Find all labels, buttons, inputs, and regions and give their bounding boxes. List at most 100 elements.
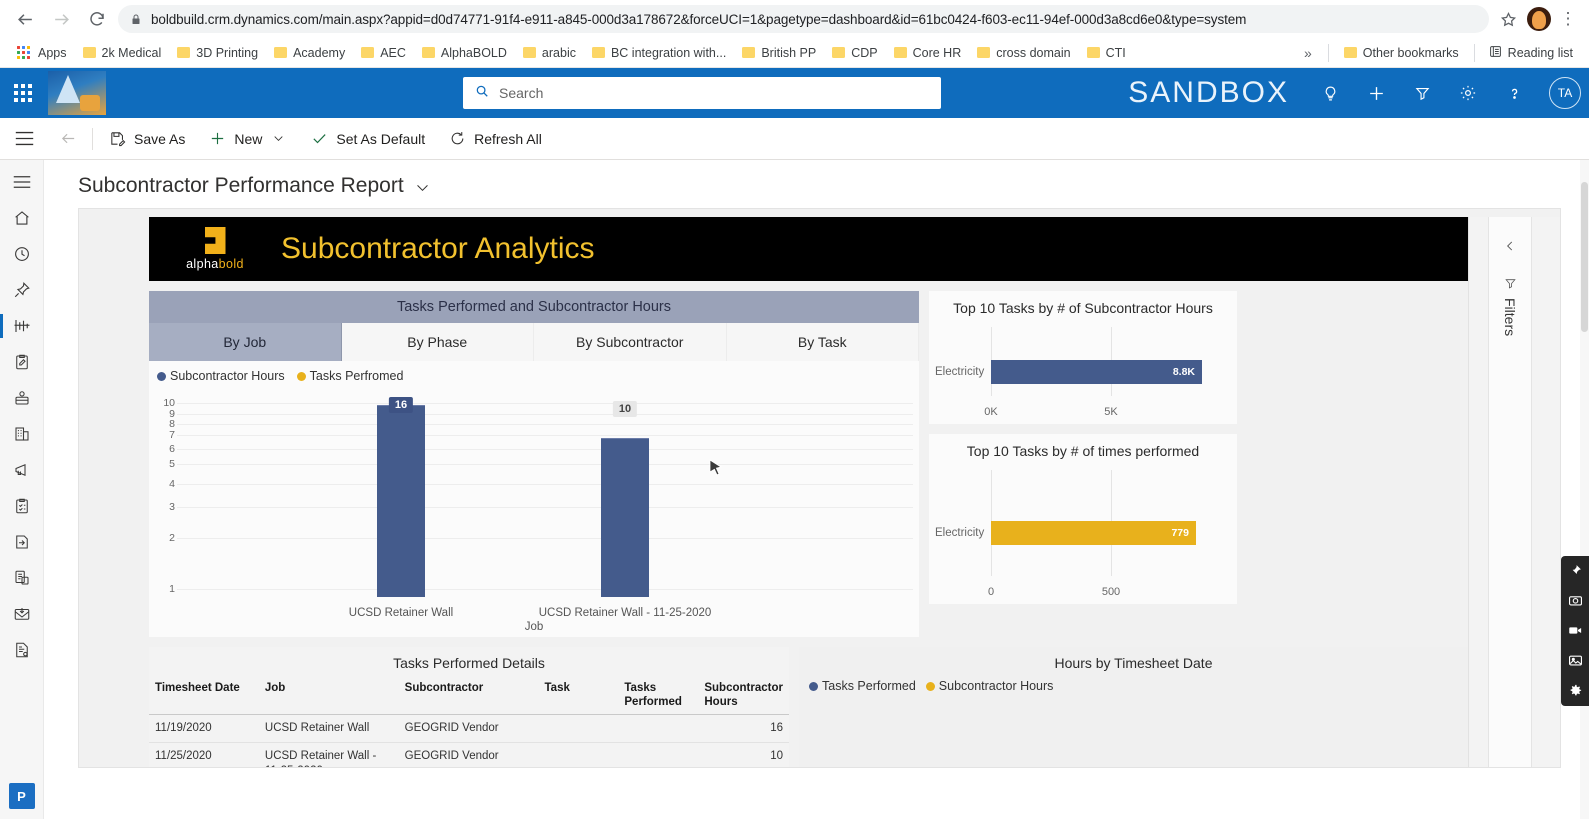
bookmark-item[interactable]: AlphaBOLD — [415, 43, 514, 63]
gear-icon[interactable] — [1565, 680, 1585, 700]
filters-pane[interactable]: Filters — [1488, 217, 1532, 767]
add-icon[interactable] — [1365, 82, 1387, 104]
reload-icon[interactable] — [82, 4, 112, 34]
bookmark-item[interactable]: British PP — [735, 43, 823, 63]
bookmark-item[interactable]: Core HR — [887, 43, 969, 63]
job-bar-chart[interactable]: Subcontractor Hours Tasks Perfromed — [149, 361, 919, 637]
legend-item[interactable]: Tasks Performed — [809, 679, 916, 693]
sidebar-item-companies[interactable] — [0, 416, 44, 452]
top-tasks-by-hours-chart[interactable]: Top 10 Tasks by # of Subcontractor Hours… — [929, 291, 1237, 424]
table-row[interactable]: 11/19/2020 UCSD Retainer Wall GEOGRID Ve… — [149, 714, 789, 742]
column-header-job[interactable]: Job — [259, 677, 399, 714]
search-input[interactable]: Search — [463, 77, 941, 109]
power-platform-badge[interactable]: P — [9, 783, 35, 809]
bookmarks-overflow-button[interactable]: » — [1296, 45, 1320, 61]
tab-by-phase[interactable]: By Phase — [342, 323, 535, 361]
site-map-icon[interactable] — [0, 118, 48, 160]
avatar[interactable]: TA — [1549, 77, 1581, 109]
scrollbar-thumb[interactable] — [1581, 182, 1588, 332]
kebab-menu-icon[interactable]: ⋮ — [1557, 9, 1579, 29]
folder-icon — [83, 47, 96, 58]
image-icon[interactable] — [1565, 650, 1585, 670]
save-as-icon — [109, 130, 126, 147]
bar-electricity[interactable]: 779 — [991, 521, 1196, 545]
legend-item[interactable]: Subcontractor Hours — [926, 679, 1054, 693]
user-initials: TA — [1558, 86, 1572, 100]
bookmark-item[interactable]: BC integration with... — [585, 43, 733, 63]
sidebar-item-recent[interactable] — [0, 236, 44, 272]
chevron-down-icon[interactable] — [270, 132, 287, 145]
screen-recorder-toolbar[interactable] — [1561, 556, 1589, 706]
tasks-performed-details-table[interactable]: Tasks Performed Details Timesheet Date J… — [149, 647, 789, 768]
bar-electricity[interactable]: 8.8K — [991, 360, 1202, 384]
forward-arrow-icon[interactable] — [46, 4, 76, 34]
sidebar-item-documents[interactable] — [0, 524, 44, 560]
sidebar-item-marketing[interactable] — [0, 452, 44, 488]
bookmark-item[interactable]: Academy — [267, 43, 352, 63]
sidebar-item-home[interactable] — [0, 200, 44, 236]
bookmark-item[interactable]: CTI — [1080, 43, 1133, 63]
bookmark-item[interactable]: cross domain — [970, 43, 1077, 63]
folder-icon — [894, 47, 907, 58]
column-header-tasks-performed[interactable]: Tasks Performed — [618, 677, 698, 714]
bookmark-star-icon[interactable] — [1495, 6, 1521, 32]
reading-list-button[interactable]: Reading list — [1483, 42, 1579, 64]
bookmark-item[interactable]: AEC — [354, 43, 413, 63]
cell-tasks-performed — [618, 742, 698, 768]
pin-icon[interactable] — [1565, 560, 1585, 580]
bookmark-apps[interactable]: Apps — [10, 43, 74, 63]
sidebar-item-projects[interactable] — [0, 488, 44, 524]
new-button[interactable]: New — [197, 118, 299, 160]
alphabold-mark-icon — [205, 227, 226, 254]
table-row[interactable]: 11/25/2020 UCSD Retainer Wall - 11-25-20… — [149, 742, 789, 768]
address-bar[interactable]: boldbuild.crm.dynamics.com/main.aspx?app… — [118, 5, 1489, 33]
bar-ucsd-retainer-wall-11-25-2020[interactable] — [601, 438, 649, 597]
lightbulb-icon[interactable] — [1319, 82, 1341, 104]
sidebar-item-activities[interactable] — [0, 344, 44, 380]
save-as-button[interactable]: Save As — [97, 118, 197, 160]
bookmark-item[interactable]: CDP — [825, 43, 884, 63]
top-tasks-by-times-performed-chart[interactable]: Top 10 Tasks by # of times performed Ele… — [929, 434, 1237, 604]
sidebar-item-reports[interactable] — [0, 560, 44, 596]
set-as-default-button[interactable]: Set As Default — [299, 118, 437, 160]
filter-icon[interactable] — [1411, 82, 1433, 104]
camera-icon[interactable] — [1565, 590, 1585, 610]
column-header-subcontractor[interactable]: Subcontractor — [399, 677, 539, 714]
sidebar-item-invoices[interactable] — [0, 632, 44, 668]
report-banner-title: Subcontractor Analytics — [281, 232, 595, 266]
tab-by-job[interactable]: By Job — [149, 323, 342, 361]
refresh-all-button[interactable]: Refresh All — [437, 118, 554, 160]
bookmark-item[interactable]: 3D Printing — [170, 43, 265, 63]
bookmark-label: CDP — [851, 46, 877, 60]
column-header-task[interactable]: Task — [539, 677, 619, 714]
column-header-timesheet-date[interactable]: Timesheet Date — [149, 677, 259, 714]
bookmark-item[interactable]: arabic — [516, 43, 583, 63]
help-icon[interactable] — [1503, 82, 1525, 104]
filter-funnel-icon[interactable] — [1489, 253, 1531, 290]
cmd-label: New — [234, 131, 262, 147]
back-arrow-icon[interactable] — [10, 4, 40, 34]
hours-by-timesheet-date-chart[interactable]: Hours by Timesheet Date Tasks Performed … — [799, 647, 1468, 768]
sidebar-item-pinned[interactable] — [0, 272, 44, 308]
bar-ucsd-retainer-wall[interactable] — [377, 405, 425, 597]
logo-bold-text: bold — [219, 257, 244, 271]
legend-item[interactable]: Subcontractor Hours — [157, 369, 285, 383]
sidebar-item-accounts[interactable] — [0, 380, 44, 416]
tab-by-task[interactable]: By Task — [727, 323, 920, 361]
app-launcher-icon[interactable] — [0, 84, 46, 102]
chevron-left-icon[interactable] — [1489, 217, 1531, 253]
sidebar-item-dashboards[interactable] — [0, 308, 44, 344]
tab-by-subcontractor[interactable]: By Subcontractor — [534, 323, 727, 361]
other-bookmarks-button[interactable]: Other bookmarks — [1337, 43, 1466, 63]
bookmark-item[interactable]: 2k Medical — [76, 43, 169, 63]
gear-icon[interactable] — [1457, 82, 1479, 104]
chevron-down-icon[interactable] — [414, 179, 431, 196]
back-arrow-icon[interactable] — [48, 130, 88, 147]
vertical-scrollbar[interactable] — [1580, 160, 1589, 819]
legend-item[interactable]: Tasks Perfromed — [297, 369, 404, 383]
column-header-subcontractor-hours[interactable]: Subcontractor Hours — [698, 677, 789, 714]
video-camera-icon[interactable] — [1565, 620, 1585, 640]
profile-avatar[interactable] — [1527, 7, 1551, 31]
sidebar-item-sitemap-toggle[interactable] — [0, 164, 44, 200]
sidebar-item-inbox[interactable] — [0, 596, 44, 632]
